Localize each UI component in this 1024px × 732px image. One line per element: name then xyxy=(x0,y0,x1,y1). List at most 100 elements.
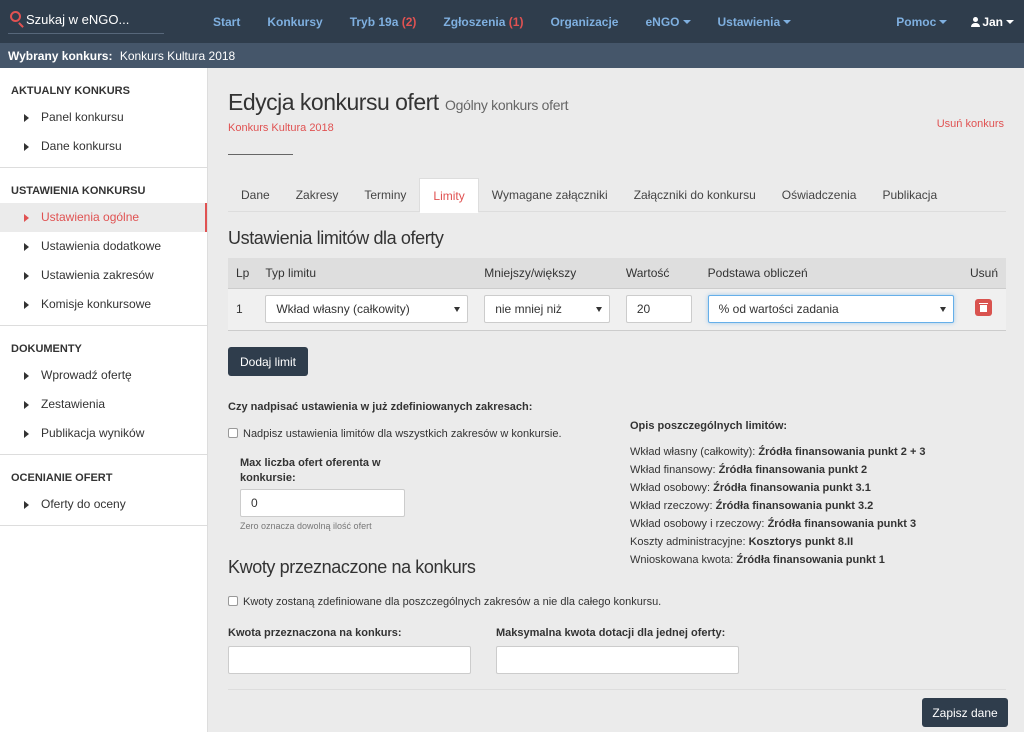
sidebar-item-panel-konkursu[interactable]: Panel konkursu xyxy=(0,103,207,132)
sidebar-section-title: AKTUALNY KONKURS xyxy=(11,85,130,97)
divider xyxy=(228,689,1006,690)
description-row: Wnioskowana kwota: Źródła finansowania p… xyxy=(630,551,926,569)
trash-icon[interactable] xyxy=(975,299,993,316)
user-icon xyxy=(971,16,981,27)
nav-tryb19a[interactable]: Tryb 19a (2) xyxy=(350,15,417,29)
description-name: Wkład rzeczowy: xyxy=(630,500,713,512)
tab-wymagane-zalaczniki[interactable]: Wymagane załączniki xyxy=(479,178,621,212)
limits-heading: Ustawienia limitów dla oferty xyxy=(228,228,444,248)
caret-right-icon xyxy=(24,143,29,151)
overwrite-checkbox[interactable] xyxy=(228,428,238,438)
nav-ustawienia[interactable]: Ustawienia xyxy=(718,15,792,29)
nav-user-menu[interactable]: Jan xyxy=(971,15,1014,29)
nav-tryb19a-label: Tryb 19a xyxy=(349,14,399,29)
description-source: Źródła finansowania punkt 1 xyxy=(736,554,885,566)
row-number: 1 xyxy=(228,287,258,331)
delete-contest-link[interactable]: Usuń konkurs xyxy=(937,118,1004,130)
nav-help[interactable]: Pomoc xyxy=(896,15,948,29)
max-grant-label: Maksymalna kwota dotacji dla jednej ofer… xyxy=(496,627,726,639)
description-name: Wkład osobowy: xyxy=(630,482,711,494)
caret-right-icon xyxy=(24,372,29,380)
nav-right: Pomoc Jan xyxy=(872,0,1014,43)
basis-cell: % od wartości zadania xyxy=(699,287,962,331)
nav-organizacje[interactable]: Organizacje xyxy=(550,15,618,29)
amounts-checkbox-label: Kwoty zostaną zdefiniowane dla poszczegó… xyxy=(243,596,662,608)
sidebar-item-label: Wprowadź ofertę xyxy=(41,368,132,382)
limit-type-select[interactable]: Wkład własny (całkowity) xyxy=(265,295,469,323)
description-name: Koszty administracyjne: xyxy=(630,536,746,548)
column-header: Podstawa obliczeń xyxy=(699,258,962,288)
column-header: Mniejszy/większy xyxy=(476,258,618,288)
save-button[interactable]: Zapisz dane xyxy=(922,698,1008,727)
description-source: Źródła finansowania punkt 3.2 xyxy=(715,500,874,512)
description-name: Wnioskowana kwota: xyxy=(630,554,734,566)
sidebar-item-wprowadz-oferte[interactable]: Wprowadź ofertę xyxy=(0,361,207,390)
sidebar-item-ustawienia-dodatkowe[interactable]: Ustawienia dodatkowe xyxy=(0,232,207,261)
total-amount-input[interactable] xyxy=(228,646,471,674)
total-amount-label: Kwota przeznaczona na konkurs: xyxy=(228,627,402,639)
overwrite-question: Czy nadpisać ustawienia w już zdefiniowa… xyxy=(228,401,533,413)
selected-contest-prefix: Wybrany konkurs: xyxy=(8,49,113,63)
nav-engo-label: eNGO xyxy=(645,14,680,29)
sidebar-item-dane-konkursu[interactable]: Dane konkursu xyxy=(0,132,207,161)
column-header: Typ limitu xyxy=(257,258,477,288)
description-name: Wkład finansowy: xyxy=(630,464,716,476)
limit-type-cell: Wkład własny (całkowity) xyxy=(257,287,477,331)
sidebar-item-label: Ustawienia zakresów xyxy=(41,268,154,282)
nav-start[interactable]: Start xyxy=(213,15,240,29)
sidebar-item-ustawienia-zakresow[interactable]: Ustawienia zakresów xyxy=(0,261,207,290)
column-header: Usuń xyxy=(961,258,1006,288)
limits-table: Lp Typ limitu Mniejszy/większy Wartość P… xyxy=(228,258,1006,331)
tab-limity[interactable]: Limity xyxy=(419,178,479,213)
nav-engo[interactable]: eNGO xyxy=(645,14,691,29)
search-box[interactable]: Szukaj w eNGO... xyxy=(8,8,164,34)
caret-right-icon xyxy=(24,214,29,222)
sidebar-item-label: Publikacja wyników xyxy=(41,426,145,440)
description-row: Wkład własny (całkowity): Źródła finanso… xyxy=(630,443,926,461)
amounts-heading: Kwoty przeznaczone na konkurs xyxy=(228,557,476,577)
caret-down-icon xyxy=(1006,20,1014,25)
caret-down-icon xyxy=(783,20,792,25)
nav-zgloszenia-label: Zgłoszenia xyxy=(443,14,506,29)
description-source: Źródła finansowania punkt 3 xyxy=(767,518,917,530)
sidebar-item-zestawienia[interactable]: Zestawienia xyxy=(0,390,207,419)
sidebar-item-komisje-konkursowe[interactable]: Komisje konkursowe xyxy=(0,290,207,319)
overwrite-checkbox-row[interactable]: Nadpisz ustawienia limitów dla wszystkic… xyxy=(228,428,562,440)
main-nav: Start Konkursy Tryb 19a (2) Zgłoszenia (… xyxy=(213,0,818,43)
nav-zgloszenia-count: (1) xyxy=(508,14,524,29)
caret-right-icon xyxy=(24,401,29,409)
tab-terminy[interactable]: Terminy xyxy=(351,178,419,212)
search-label: Szukaj w eNGO... xyxy=(26,12,130,27)
tab-publikacja[interactable]: Publikacja xyxy=(869,178,950,212)
divider xyxy=(0,525,207,526)
description-row: Koszty administracyjne: Kosztorys punkt … xyxy=(630,533,926,551)
nav-user-label: Jan xyxy=(982,14,1003,29)
sidebar: AKTUALNY KONKURS Panel konkursu Dane kon… xyxy=(0,68,208,732)
comparison-select[interactable]: nie mniej niż xyxy=(484,295,610,323)
add-limit-button[interactable]: Dodaj limit xyxy=(228,347,308,376)
tabs: Dane Zakresy Terminy Limity Wymagane zał… xyxy=(228,178,1006,213)
page-subtitle: Ogólny konkurs ofert xyxy=(445,97,569,113)
nav-zgloszenia[interactable]: Zgłoszenia (1) xyxy=(443,15,523,29)
sidebar-item-ustawienia-ogolne[interactable]: Ustawienia ogólne xyxy=(0,203,207,232)
sidebar-item-label: Zestawienia xyxy=(41,397,106,411)
title-underline xyxy=(228,154,293,155)
amounts-checkbox[interactable] xyxy=(228,596,238,606)
limit-value-input[interactable]: 20 xyxy=(625,295,692,323)
comparison-cell: nie mniej niż xyxy=(476,287,618,331)
description-name: Wkład własny (całkowity): xyxy=(630,446,756,458)
tab-zalaczniki-do-konkursu[interactable]: Załączniki do konkursu xyxy=(621,178,769,212)
description-row: Wkład rzeczowy: Źródła finansowania punk… xyxy=(630,497,926,515)
nav-konkursy[interactable]: Konkursy xyxy=(267,15,322,29)
max-offers-input[interactable]: 0 xyxy=(240,489,405,517)
sidebar-item-oferty-do-oceny[interactable]: Oferty do oceny xyxy=(0,490,207,519)
tab-dane[interactable]: Dane xyxy=(228,178,283,212)
sidebar-item-publikacja-wynikow[interactable]: Publikacja wyników xyxy=(0,419,207,448)
caret-down-icon xyxy=(682,20,691,25)
page-title: Edycja konkursu ofert Ogólny konkurs ofe… xyxy=(228,89,569,116)
basis-select[interactable]: % od wartości zadania xyxy=(707,295,954,323)
amounts-checkbox-row[interactable]: Kwoty zostaną zdefiniowane dla poszczegó… xyxy=(228,596,661,608)
tab-oswiadczenia[interactable]: Oświadczenia xyxy=(769,178,870,212)
tab-zakresy[interactable]: Zakresy xyxy=(283,178,352,212)
max-grant-input[interactable] xyxy=(496,646,739,674)
